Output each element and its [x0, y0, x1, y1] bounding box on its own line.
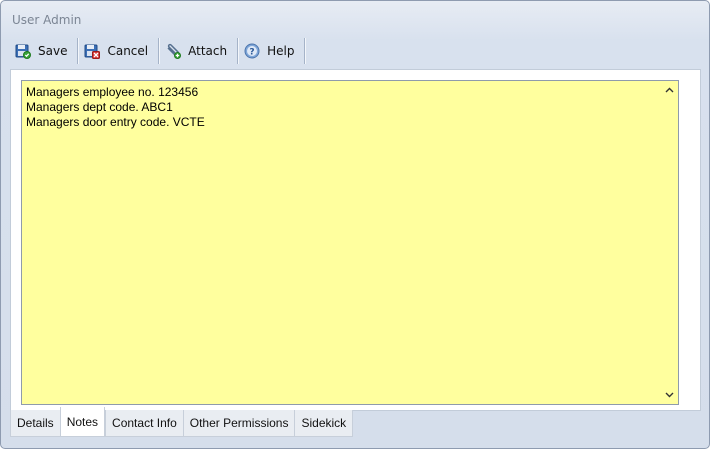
- notes-line: Managers door entry code. VCTE: [26, 115, 205, 129]
- toolbar: Save Cancel Attach ? Help: [9, 37, 306, 65]
- help-button[interactable]: ? Help: [238, 38, 306, 64]
- save-icon: [15, 43, 31, 59]
- window-title: User Admin: [12, 13, 82, 27]
- help-label: Help: [267, 44, 295, 58]
- tab-strip: Details Notes Contact Info Other Permiss…: [10, 407, 354, 437]
- tab-other-permissions[interactable]: Other Permissions: [182, 410, 295, 437]
- tab-details[interactable]: Details: [10, 410, 60, 437]
- notes-line: Managers dept code. ABC1: [26, 100, 173, 114]
- tab-notes[interactable]: Notes: [59, 407, 106, 437]
- cancel-button[interactable]: Cancel: [78, 38, 160, 64]
- notes-line: Managers employee no. 123456: [26, 85, 199, 99]
- user-admin-window: User Admin Save Cancel Attach ? Help Man…: [0, 0, 710, 449]
- cancel-label: Cancel: [107, 44, 149, 58]
- help-icon: ?: [244, 43, 260, 59]
- cancel-icon: [84, 43, 101, 59]
- tab-contact-info[interactable]: Contact Info: [105, 410, 183, 437]
- tab-sidekick[interactable]: Sidekick: [294, 410, 354, 437]
- notes-panel: Managers employee no. 123456 Managers dep…: [10, 69, 701, 411]
- attach-button[interactable]: Attach: [159, 38, 239, 64]
- scroll-up-icon[interactable]: [665, 86, 674, 95]
- notes-textarea[interactable]: Managers employee no. 123456 Managers dep…: [21, 80, 679, 405]
- save-label: Save: [38, 44, 68, 58]
- svg-text:?: ?: [249, 48, 254, 58]
- notes-text: Managers employee no. 123456 Managers dep…: [26, 85, 656, 130]
- vertical-scrollbar[interactable]: [661, 81, 678, 404]
- attach-label: Attach: [188, 44, 228, 58]
- save-button[interactable]: Save: [9, 38, 79, 64]
- attach-icon: [165, 43, 182, 59]
- scroll-down-icon[interactable]: [665, 390, 674, 399]
